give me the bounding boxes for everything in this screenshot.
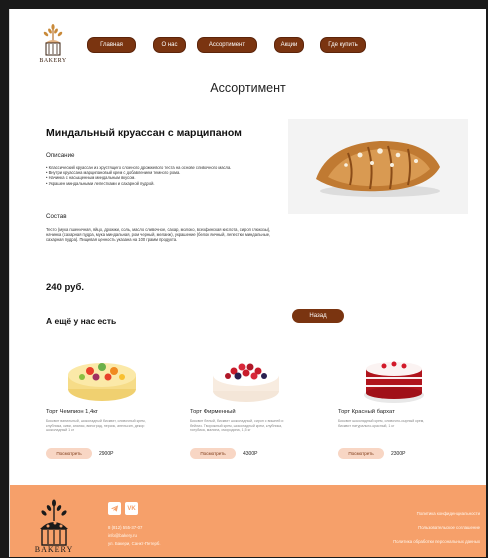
back-button[interactable]: Назад bbox=[292, 309, 344, 323]
view-button[interactable]: Посмотреть bbox=[190, 448, 236, 459]
product-name: Миндальный круассан с марципаном bbox=[46, 127, 242, 139]
nav-where-to-buy[interactable]: Где купить bbox=[320, 37, 366, 53]
page-title: Ассортимент bbox=[210, 81, 286, 95]
card-description: Бисквит ванильный, шоколадный бисквит, с… bbox=[46, 419, 146, 433]
footer-phone[interactable]: 8 (812) 555-37-07 bbox=[108, 525, 142, 530]
card-name: Торт Красный бархат bbox=[338, 409, 395, 415]
description-text: • Классический круассан из хрустящего сл… bbox=[46, 165, 286, 186]
view-button[interactable]: Посмотреть bbox=[46, 448, 92, 459]
card-description: Бисквит шоколадный крем, сливочно-сырный… bbox=[338, 419, 425, 428]
footer-email[interactable]: info@bakery.ru bbox=[108, 533, 137, 538]
logo-text: BAKERY bbox=[39, 58, 67, 64]
cake-icon bbox=[68, 363, 136, 401]
telegram-icon[interactable] bbox=[108, 502, 121, 515]
card-name: Торт Фирменный bbox=[190, 409, 236, 415]
product-card[interactable]: Торт Красный бархат Бисквит шоколадный к… bbox=[338, 345, 468, 465]
footer-address: ул. Бакери, Санкт-Петерб. bbox=[108, 541, 161, 546]
card-name: Торт Чемпион 1,4кг bbox=[46, 409, 98, 415]
nav-home[interactable]: Главная bbox=[87, 37, 136, 53]
composition-label: Состав bbox=[46, 213, 67, 220]
header: BAKERY Главная О нас Ассортимент Акции Г… bbox=[10, 9, 486, 71]
croissant-icon bbox=[316, 141, 440, 197]
cake-icon bbox=[364, 361, 424, 403]
nav-about[interactable]: О нас bbox=[153, 37, 186, 53]
more-title: А ещё у нас есть bbox=[46, 316, 117, 326]
cake-image bbox=[62, 345, 142, 407]
footer-link-privacy[interactable]: Политика конфиденциальности bbox=[417, 511, 480, 516]
footer-logo[interactable]: BAKERY bbox=[28, 499, 80, 557]
footer: BAKERY VK 8 (812) 555-37-07 info@bakery.… bbox=[10, 485, 486, 557]
product-card[interactable]: Торт Чемпион 1,4кг Бисквит ванильный, шо… bbox=[46, 345, 176, 465]
footer-link-personal-data[interactable]: Политика обработки персональных данных bbox=[393, 539, 480, 544]
product-card[interactable]: Торт Фирменный Бисквит белый, бисквит шо… bbox=[190, 345, 320, 465]
cake-image bbox=[354, 345, 434, 407]
card-price: 2900Р bbox=[99, 451, 114, 457]
description-line: • Украшен миндальными лепестками и сахар… bbox=[46, 180, 155, 186]
vk-icon[interactable]: VK bbox=[125, 502, 138, 515]
nav-assortment[interactable]: Ассортимент bbox=[197, 37, 257, 53]
page-frame: BAKERY Главная О нас Ассортимент Акции Г… bbox=[9, 9, 486, 557]
footer-logo-text: BAKERY bbox=[34, 545, 74, 554]
cake-image bbox=[206, 345, 286, 407]
wheat-icon bbox=[43, 24, 63, 56]
footer-link-agreement[interactable]: Пользовательское соглашение bbox=[418, 525, 480, 530]
nav-promo[interactable]: Акции bbox=[274, 37, 304, 53]
view-button[interactable]: Посмотреть bbox=[338, 448, 384, 459]
logo[interactable]: BAKERY bbox=[36, 23, 70, 67]
croissant-image bbox=[288, 119, 468, 214]
card-price: 2300Р bbox=[391, 451, 406, 457]
cake-icon bbox=[213, 363, 279, 402]
product-price: 240 руб. bbox=[46, 282, 84, 293]
card-price: 4300Р bbox=[243, 451, 258, 457]
card-description: Бисквит белый, бисквит шоколадный, сироп… bbox=[190, 419, 284, 433]
composition-text: Тесто (мука пшеничная, яйцо, дрожжи, сол… bbox=[46, 227, 271, 243]
description-label: Описание bbox=[46, 152, 75, 159]
